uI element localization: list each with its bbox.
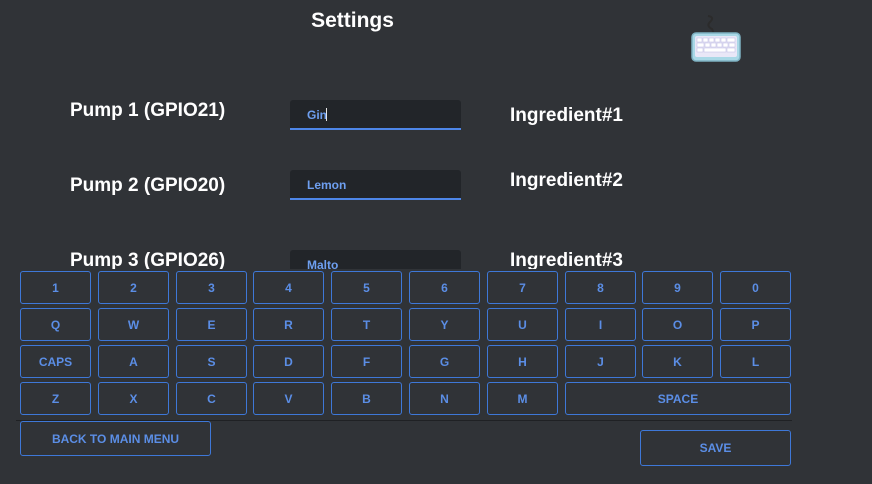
ingredient-2-label: Ingredient#2 [510, 170, 623, 191]
pump-2-input[interactable] [307, 178, 457, 192]
key[interactable]: B [331, 382, 402, 415]
key[interactable]: A [98, 345, 169, 378]
key[interactable]: Z [20, 382, 91, 415]
key[interactable]: I [565, 308, 636, 341]
key[interactable]: N [409, 382, 480, 415]
ingredient-1-label: Ingredient#1 [510, 105, 623, 126]
key[interactable]: Y [409, 308, 480, 341]
pump-2-label: Pump 2 (GPIO20) [70, 175, 226, 196]
key[interactable]: J [565, 345, 636, 378]
key[interactable]: S [176, 345, 247, 378]
key[interactable]: T [331, 308, 402, 341]
pump-1-field[interactable] [290, 100, 461, 130]
pump-1-input[interactable] [307, 108, 457, 122]
key[interactable]: F [331, 345, 402, 378]
key[interactable]: 1 [20, 271, 91, 304]
key[interactable]: U [487, 308, 558, 341]
save-button[interactable]: SAVE [640, 430, 791, 466]
key[interactable]: E [176, 308, 247, 341]
key[interactable]: K [642, 345, 713, 378]
key[interactable]: O [642, 308, 713, 341]
caps-key[interactable]: CAPS [20, 345, 91, 378]
back-to-main-menu-button[interactable]: BACK TO MAIN MENU [20, 421, 211, 456]
on-screen-keyboard: 1 2 3 4 5 6 7 8 9 0 Q W E R T Y U I O P … [16, 269, 792, 421]
key[interactable]: P [720, 308, 791, 341]
key[interactable]: V [253, 382, 324, 415]
key[interactable]: R [253, 308, 324, 341]
key[interactable]: X [98, 382, 169, 415]
key[interactable]: 3 [176, 271, 247, 304]
pump-2-field[interactable] [290, 170, 461, 200]
pump-1-label: Pump 1 (GPIO21) [70, 100, 226, 121]
key[interactable]: 7 [487, 271, 558, 304]
key[interactable]: C [176, 382, 247, 415]
space-key[interactable]: SPACE [565, 382, 791, 415]
key[interactable]: H [487, 345, 558, 378]
keyboard-icon[interactable] [688, 14, 744, 64]
key[interactable]: 5 [331, 271, 402, 304]
key[interactable]: 0 [720, 271, 791, 304]
key[interactable]: 2 [98, 271, 169, 304]
key[interactable]: 9 [642, 271, 713, 304]
key[interactable]: G [409, 345, 480, 378]
key[interactable]: 6 [409, 271, 480, 304]
key[interactable]: L [720, 345, 791, 378]
key[interactable]: W [98, 308, 169, 341]
key[interactable]: 4 [253, 271, 324, 304]
key[interactable]: D [253, 345, 324, 378]
key[interactable]: 8 [565, 271, 636, 304]
text-caret [326, 108, 327, 121]
key[interactable]: Q [20, 308, 91, 341]
key[interactable]: M [487, 382, 558, 415]
page-title: Settings [311, 9, 394, 32]
